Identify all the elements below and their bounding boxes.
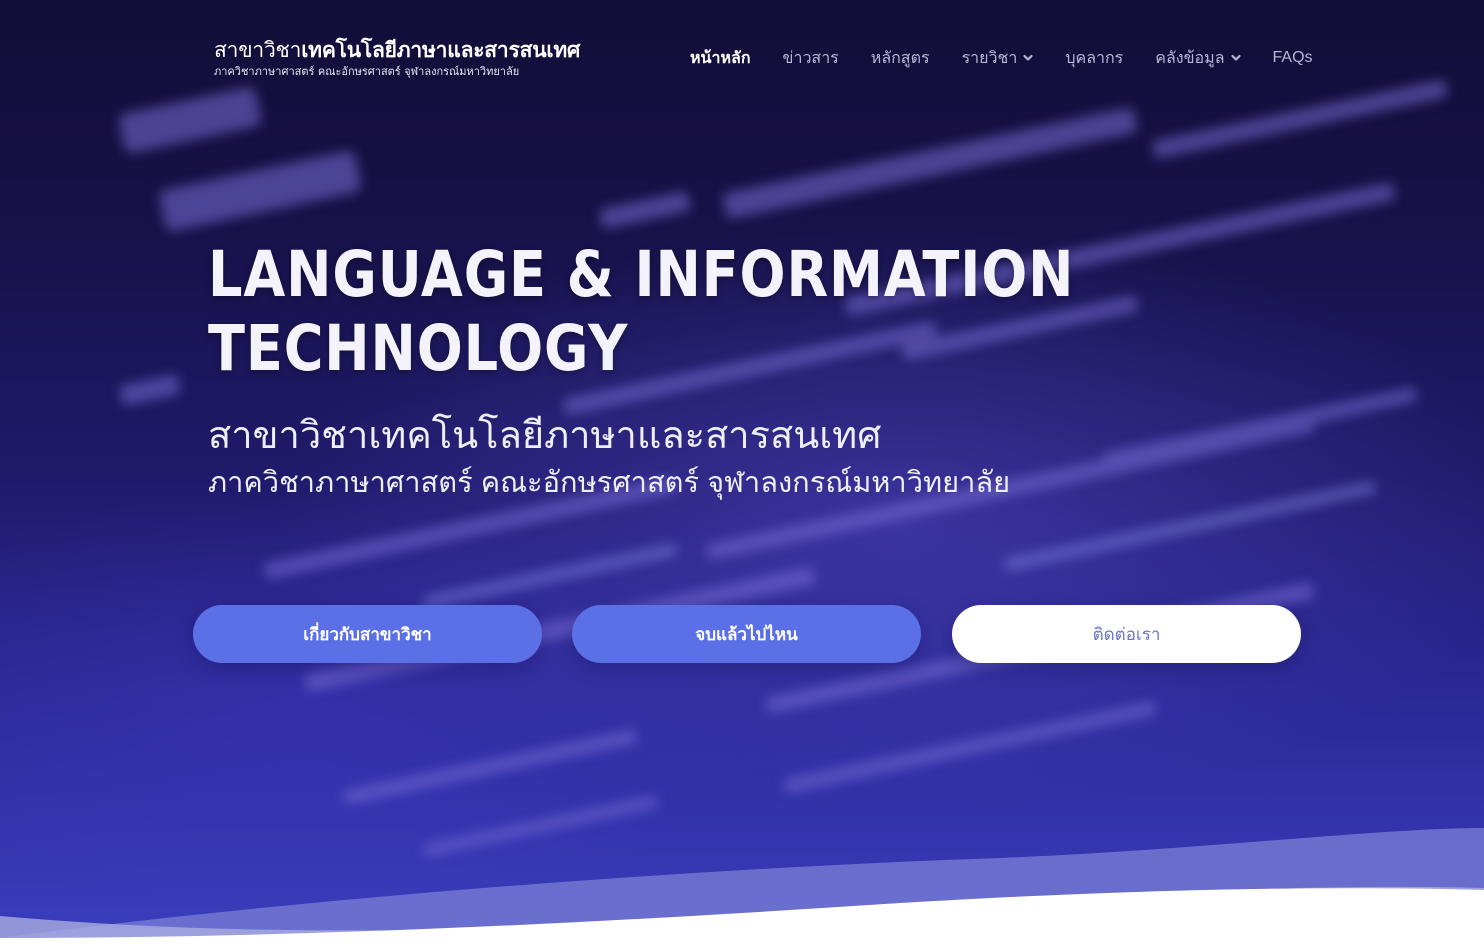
nav-item-label: คลังข้อมูล [1155, 49, 1225, 67]
nav-item-home[interactable]: หน้าหลัก [690, 46, 751, 71]
hero-subtitle-program: สาขาวิชาเทคโนโลยีภาษาและสารสนเทศ [208, 415, 882, 457]
hero-title-line1: LANGUAGE & INFORMATION [208, 238, 1075, 311]
about-program-button[interactable]: เกี่ยวกับสาขาวิชา [193, 605, 542, 663]
chevron-down-icon [1023, 54, 1033, 61]
main-navigation: หน้าหลัก ข่าวสาร หลักสูตร รายวิชา บุคลาก… [690, 46, 1313, 70]
bottom-wave-divider [0, 828, 1484, 948]
nav-item-label: บุคลากร [1065, 49, 1124, 67]
contact-us-button[interactable]: ติดต่อเรา [952, 605, 1301, 663]
brand-title-light: สาขาวิชา [214, 39, 302, 62]
nav-item-faqs[interactable]: FAQs [1273, 49, 1313, 67]
nav-item-news[interactable]: ข่าวสาร [783, 46, 839, 71]
site-brand[interactable]: สาขาวิชาเทคโนโลยีภาษาและสารสนเทศ ภาควิชา… [214, 38, 580, 78]
nav-item-label: FAQs [1272, 49, 1313, 66]
nav-item-curriculum[interactable]: หลักสูตร [871, 46, 930, 71]
brand-subtitle: ภาควิชาภาษาศาสตร์ คณะอักษรศาสตร์ จุฬาลงก… [214, 65, 520, 78]
nav-item-courses[interactable]: รายวิชา [962, 46, 1034, 71]
about-program-button-label: เกี่ยวกับสาขาวิชา [303, 624, 432, 644]
careers-button-label: จบแล้วไปไหน [695, 624, 798, 644]
nav-item-label: ข่าวสาร [782, 49, 839, 67]
chevron-down-icon [1230, 54, 1241, 61]
brand-title-bold: เทคโนโลยีภาษาและสารสนเทศ [301, 39, 581, 62]
nav-item-staff[interactable]: บุคลากร [1065, 46, 1123, 71]
hero-title: LANGUAGE & INFORMATION TECHNOLOGY [208, 238, 1074, 386]
hero-subtitle-department: ภาควิชาภาษาศาสตร์ คณะอักษรศาสตร์ จุฬาลงก… [208, 467, 1011, 499]
nav-item-label: หน้าหลัก [690, 49, 751, 67]
hero-title-line2: TECHNOLOGY [208, 312, 629, 385]
hero-section: สาขาวิชาเทคโนโลยีภาษาและสารสนเทศ ภาควิชา… [0, 0, 1484, 948]
nav-item-label: หลักสูตร [870, 49, 930, 67]
nav-item-data-repository[interactable]: คลังข้อมูล [1155, 46, 1241, 71]
brand-title: สาขาวิชาเทคโนโลยีภาษาและสารสนเทศ [214, 38, 580, 64]
nav-item-label: รายวิชา [961, 49, 1018, 67]
careers-button[interactable]: จบแล้วไปไหน [572, 605, 921, 663]
contact-us-button-label: ติดต่อเรา [1092, 624, 1161, 644]
